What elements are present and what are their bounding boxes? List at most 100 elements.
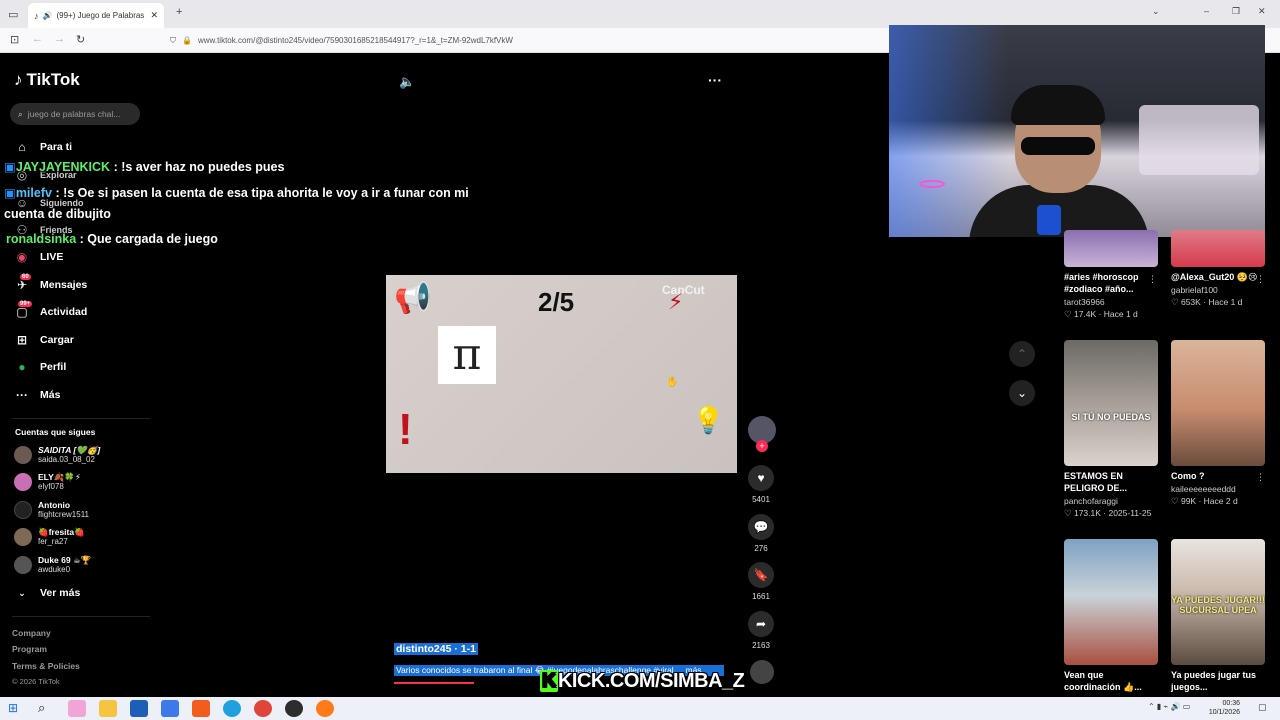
following-account[interactable]: ELY🍂🍀⚡ elyf078: [14, 472, 81, 492]
lock-icon[interactable]: 🔒: [182, 36, 192, 45]
brave-icon[interactable]: [192, 700, 210, 717]
shield-icon[interactable]: ⛉: [170, 36, 176, 46]
webcam-sunglasses: [1021, 137, 1095, 155]
chat-message: ▣milefv : !s Oe si pasen la cuenta de es…: [4, 185, 469, 200]
back-icon[interactable]: ←: [32, 33, 43, 45]
music-disc-icon[interactable]: [750, 660, 774, 684]
upload-icon: ⊞: [16, 333, 28, 347]
system-tray-icons[interactable]: ⌃ ▮ ⌁ 🔊 ▭: [1148, 702, 1190, 711]
start-icon[interactable]: ⊞: [8, 701, 18, 715]
streamer-webcam: [889, 25, 1265, 237]
nav-item-mensajes[interactable]: ✈ Mensajes 60: [14, 274, 87, 292]
store-icon[interactable]: [130, 700, 148, 717]
nav-item-mas[interactable]: ··· Más: [14, 388, 60, 402]
save-button[interactable]: 🔖 1661: [746, 562, 776, 601]
webcam-person-hair: [1011, 85, 1105, 125]
footer-program-link[interactable]: Program: [12, 644, 47, 654]
volume-icon[interactable]: 🔈: [399, 74, 415, 90]
messages-icon: ✈: [16, 278, 28, 292]
tiktok-logo[interactable]: ♪ TikTok: [14, 70, 80, 90]
card-more-icon[interactable]: ⋮: [1256, 472, 1265, 483]
video-progress-bar[interactable]: [394, 682, 474, 684]
sidebar-toggle-icon[interactable]: ⊡: [10, 33, 19, 46]
reload-icon[interactable]: ↻: [76, 33, 85, 46]
more-icon: ···: [16, 388, 28, 402]
tab-list-icon[interactable]: ▭: [8, 8, 18, 21]
cursor-icon: ✋: [666, 377, 679, 388]
messages-badge: 60: [20, 274, 31, 280]
search-placeholder: juego de palabras chal...: [27, 109, 121, 119]
minimize-icon[interactable]: –: [1204, 6, 1209, 16]
following-account[interactable]: Antonio flightcrew1511: [14, 500, 89, 520]
video-thumbnail: YA PUEDES JUGAR!!! SUCURSAL UPEA: [1171, 539, 1265, 665]
address-bar[interactable]: ⛉ 🔒 www.tiktok.com/@distinto245/video/75…: [170, 32, 870, 49]
search-icon: ⌕: [18, 108, 23, 119]
live-icon: ◉: [16, 250, 28, 264]
kick-channel-overlay: K KICK.COM/SIMBA_Z: [540, 670, 745, 692]
nav-item-live[interactable]: ◉ LIVE: [14, 250, 64, 264]
app-icon[interactable]: [161, 700, 179, 717]
chat-username: milefv: [15, 186, 52, 200]
chat-username: JAYJAYENKICK: [15, 160, 111, 174]
taskbar-clock[interactable]: 00:36 10/1/2026: [1209, 699, 1240, 717]
heart-icon: ♥: [748, 465, 774, 491]
thumbnail-overlay-text: SI TÚ NO PUEDAS: [1071, 412, 1151, 422]
webcam-neon-ring: [919, 180, 945, 188]
video-author-line[interactable]: distinto245 · 1-1: [394, 643, 478, 655]
card-more-icon[interactable]: ⋮: [1148, 274, 1157, 285]
nav-item-perfil[interactable]: ● Perfil: [14, 360, 66, 374]
follow-plus-icon[interactable]: +: [756, 440, 768, 452]
kick-badge-icon: ▣: [4, 160, 16, 174]
edge-icon[interactable]: [223, 700, 241, 717]
more-options-icon[interactable]: ···: [708, 72, 722, 88]
comment-button[interactable]: 💬 276: [746, 514, 776, 553]
grid-video-card[interactable]: @Alexa_Gut20 🥺😢 gabrielaf100 ♡ 653K · Ha…: [1171, 230, 1265, 308]
close-tab-icon[interactable]: ✕: [150, 10, 158, 21]
chevron-up-icon: ⌃: [1016, 347, 1028, 361]
profile-icon: ●: [18, 360, 26, 374]
obs-icon[interactable]: [285, 700, 303, 717]
card-more-icon[interactable]: ⋮: [1256, 274, 1265, 285]
firefox-icon[interactable]: [316, 700, 334, 717]
following-account[interactable]: Duke 69 ☕🏆 awduke0: [14, 555, 91, 575]
following-account[interactable]: 🍓fresita🍓 fer_ra27: [14, 527, 85, 547]
close-window-icon[interactable]: ✕: [1258, 6, 1266, 17]
footer-terms-link[interactable]: Terms & Policies: [12, 661, 80, 671]
file-explorer-icon[interactable]: [99, 700, 117, 717]
copilot-icon[interactable]: [68, 700, 86, 717]
taskbar-search-icon[interactable]: ⌕: [38, 700, 45, 716]
nav-item-actividad[interactable]: ▢ Actividad 99+: [14, 301, 87, 319]
video-player[interactable]: 📢 2/5 CapCut ⚡ π ! 💡 ✋: [386, 275, 737, 473]
chevron-down-icon: ⌄: [18, 587, 26, 598]
grid-video-card[interactable]: #aries #horoscop #zodiaco #año... tarot3…: [1064, 230, 1158, 320]
comment-icon: 💬: [748, 514, 774, 540]
tiktok-favicon-icon: ♪: [34, 10, 39, 21]
chrome-icon[interactable]: [254, 700, 272, 717]
footer-company-link[interactable]: Company: [12, 628, 51, 638]
new-tab-icon[interactable]: +: [176, 6, 182, 18]
notifications-icon[interactable]: ▢: [1258, 702, 1267, 713]
like-button[interactable]: ♥ 5401: [746, 465, 776, 504]
search-input[interactable]: ⌕ juego de palabras chal...: [10, 103, 140, 125]
grid-video-card[interactable]: Vean que coordinación 👍...: [1064, 539, 1158, 693]
lightbulb-icon: 💡: [692, 405, 725, 435]
sidebar-divider: [12, 616, 150, 617]
maximize-icon[interactable]: ❐: [1232, 6, 1240, 17]
nav-item-cargar[interactable]: ⊞ Cargar: [14, 333, 74, 347]
nav-item-para-ti[interactable]: ⌂ Para ti: [14, 140, 72, 154]
tab-dropdown-icon[interactable]: ⌄: [1152, 6, 1160, 17]
chevron-down-icon: ⌄: [1016, 386, 1028, 400]
url-text: www.tiktok.com/@distinto245/video/759030…: [197, 36, 513, 45]
audio-playing-icon[interactable]: 🔊: [43, 11, 53, 20]
grid-video-card[interactable]: SI TÚ NO PUEDAS ESTAMOS EN PELIGRO DE...…: [1064, 340, 1158, 519]
pi-symbol-card: π: [438, 326, 496, 384]
next-video-button[interactable]: ⌄: [1009, 380, 1035, 406]
following-account[interactable]: SAIDITA [💚🥳] saida.03_08_02: [14, 445, 100, 465]
forward-icon[interactable]: →: [54, 33, 65, 45]
previous-video-button[interactable]: ⌃: [1009, 341, 1035, 367]
grid-video-card[interactable]: YA PUEDES JUGAR!!! SUCURSAL UPEA Ya pued…: [1171, 539, 1265, 693]
share-button[interactable]: ➦ 2163: [746, 611, 776, 650]
see-more-button[interactable]: ⌄ Ver más: [14, 587, 80, 599]
grid-video-card[interactable]: Como ? kaileeeeeeeeddd ♡ 99K · Hace 2 d: [1171, 340, 1265, 507]
browser-tab[interactable]: ♪ 🔊 (99+) Juego de Palabras Ch... ✕: [28, 3, 164, 28]
